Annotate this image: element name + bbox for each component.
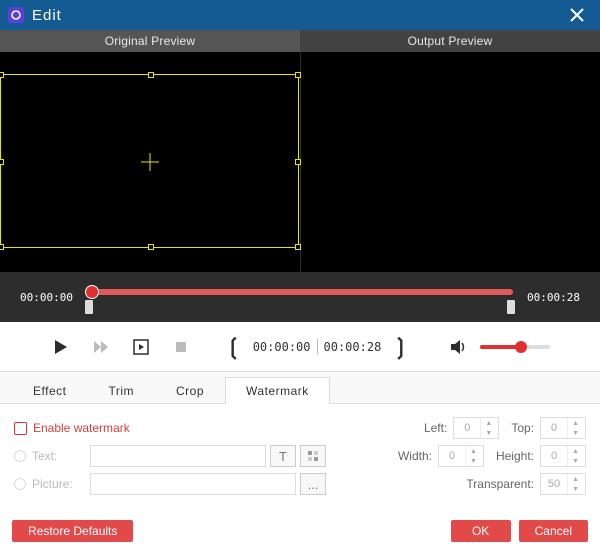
- tab-bar: Effect Trim Crop Watermark: [0, 372, 600, 404]
- output-preview: [301, 52, 600, 272]
- tab-effect[interactable]: Effect: [12, 377, 87, 404]
- tab-crop[interactable]: Crop: [155, 377, 225, 404]
- app-icon: [8, 7, 24, 23]
- ok-button[interactable]: OK: [451, 520, 511, 542]
- close-button[interactable]: [562, 0, 592, 30]
- timeline-start-label: 00:00:00: [20, 291, 73, 304]
- crop-selection[interactable]: [0, 74, 299, 248]
- transparent-label: Transparent:: [466, 477, 534, 491]
- left-label: Left:: [424, 421, 447, 435]
- height-spinner[interactable]: ▲▼: [540, 445, 586, 467]
- text-input[interactable]: [90, 445, 266, 467]
- text-radio[interactable]: [14, 450, 26, 462]
- picture-radio[interactable]: [14, 478, 26, 490]
- volume-slider[interactable]: [480, 345, 550, 349]
- fast-forward-button[interactable]: [90, 336, 112, 358]
- left-spinner[interactable]: ▲▼: [453, 417, 499, 439]
- original-preview[interactable]: [0, 52, 301, 272]
- tab-watermark[interactable]: Watermark: [225, 377, 330, 404]
- preview-area: [0, 52, 600, 272]
- watermark-panel: Enable watermark Text: T Picture: ... Le…: [0, 404, 600, 516]
- picture-label: Picture:: [32, 477, 90, 491]
- set-end-button[interactable]: ❳: [387, 334, 413, 360]
- stop-button[interactable]: [170, 336, 192, 358]
- font-button[interactable]: T: [270, 445, 296, 467]
- text-label: Text:: [32, 449, 90, 463]
- crosshair-icon: [141, 153, 159, 171]
- end-marker[interactable]: [507, 300, 515, 314]
- restore-defaults-button[interactable]: Restore Defaults: [12, 520, 133, 542]
- output-preview-header: Output Preview: [300, 30, 600, 52]
- playback-controls: ❲ 00:00:00 00:00:28 ❳: [0, 322, 600, 372]
- top-spinner[interactable]: ▲▼: [540, 417, 586, 439]
- next-frame-button[interactable]: [130, 336, 152, 358]
- playhead[interactable]: [85, 285, 99, 299]
- top-label: Top:: [511, 421, 534, 435]
- volume-thumb[interactable]: [515, 341, 527, 353]
- total-time: 00:00:28: [318, 340, 388, 354]
- set-start-button[interactable]: ❲: [220, 334, 246, 360]
- current-time: 00:00:00: [247, 340, 317, 354]
- enable-watermark-checkbox[interactable]: [14, 422, 27, 435]
- original-preview-header: Original Preview: [0, 30, 300, 52]
- volume-icon[interactable]: [448, 336, 470, 358]
- preview-headers: Original Preview Output Preview: [0, 30, 600, 52]
- tab-trim[interactable]: Trim: [87, 377, 155, 404]
- transparent-spinner[interactable]: ▲▼: [540, 473, 586, 495]
- cancel-button[interactable]: Cancel: [519, 520, 588, 542]
- enable-watermark-label: Enable watermark: [33, 421, 130, 435]
- timeline-track[interactable]: [87, 282, 513, 312]
- play-button[interactable]: [50, 336, 72, 358]
- window-title: Edit: [32, 7, 62, 24]
- start-marker[interactable]: [85, 300, 93, 314]
- picture-input[interactable]: [90, 473, 296, 495]
- volume-control: [448, 336, 550, 358]
- width-label: Width:: [398, 449, 432, 463]
- width-spinner[interactable]: ▲▼: [438, 445, 484, 467]
- height-label: Height:: [496, 449, 534, 463]
- titlebar: Edit: [0, 0, 600, 30]
- timeline-end-label: 00:00:28: [527, 291, 580, 304]
- timeline: 00:00:00 00:00:28: [0, 272, 600, 322]
- color-button[interactable]: [300, 445, 326, 467]
- browse-button[interactable]: ...: [300, 473, 326, 495]
- footer: Restore Defaults OK Cancel: [0, 516, 600, 546]
